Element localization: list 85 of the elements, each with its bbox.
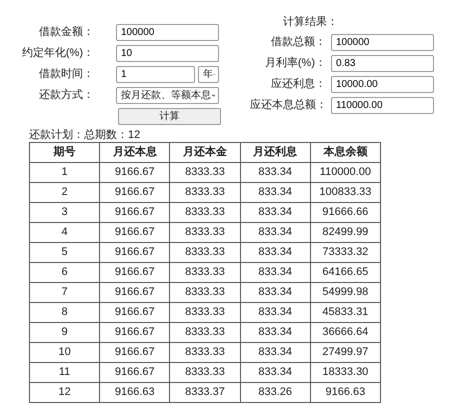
table-cell: 9166.63 — [100, 382, 170, 402]
table-cell: 18333.30 — [310, 362, 380, 382]
table-cell: 9166.67 — [100, 162, 170, 182]
table-cell: 9166.67 — [100, 182, 170, 202]
table-cell: 833.34 — [240, 202, 310, 222]
field-label: 约定年化(%)： — [20, 46, 95, 62]
table-cell: 833.26 — [240, 382, 310, 402]
table-cell: 11 — [30, 362, 100, 382]
table-cell: 9166.67 — [100, 222, 170, 242]
column-header: 月还利息 — [240, 142, 310, 162]
results-title: 计算结果： — [283, 15, 339, 30]
column-header: 本息余额 — [310, 142, 380, 162]
column-header: 月还本金 — [170, 142, 240, 162]
table-cell: 8333.33 — [170, 282, 240, 302]
table-cell: 833.34 — [240, 222, 310, 242]
field-label: 还款方式： — [38, 88, 95, 104]
table-cell: 9166.67 — [100, 202, 170, 222]
table-cell: 7 — [30, 282, 100, 302]
table-cell: 9166.67 — [100, 322, 170, 342]
table-cell: 9166.63 — [310, 382, 380, 402]
table-cell: 8 — [30, 302, 100, 322]
result-label: 借款总额： — [270, 34, 326, 50]
table-cell: 27499.97 — [310, 342, 380, 362]
table-cell: 54999.98 — [310, 282, 380, 302]
result-field[interactable]: 110000.00 — [331, 97, 434, 114]
table-cell: 2 — [30, 182, 100, 202]
table-cell: 9166.67 — [100, 362, 170, 382]
method-dropdown[interactable]: 按月还款、等额本息 — [116, 87, 219, 104]
table-cell: 833.34 — [240, 262, 310, 282]
table-cell: 8333.33 — [170, 302, 240, 322]
table-cell: 10 — [30, 342, 100, 362]
table-cell: 8333.33 — [170, 222, 240, 242]
table-cell: 5 — [30, 242, 100, 262]
column-header: 月还本息 — [100, 142, 170, 162]
table-cell: 1 — [30, 162, 100, 182]
table-cell: 3 — [30, 202, 100, 222]
input-field[interactable]: 100000 — [116, 24, 219, 41]
result-label: 月利率(%)： — [264, 56, 326, 72]
calculate-button[interactable]: 计算 — [118, 108, 221, 125]
table-cell: 8333.33 — [170, 322, 240, 342]
table-cell: 100833.33 — [310, 182, 380, 202]
table-cell: 12 — [30, 382, 100, 402]
result-label: 应还利息： — [270, 76, 326, 92]
table-cell: 8333.33 — [170, 362, 240, 382]
unit-dropdown[interactable]: 年 — [198, 66, 219, 83]
table-cell: 91666.66 — [310, 202, 380, 222]
table-cell: 45833.31 — [310, 302, 380, 322]
input-field[interactable]: 10 — [116, 45, 219, 62]
table-cell: 833.34 — [240, 242, 310, 262]
result-label: 应还本息总额： — [250, 98, 326, 114]
table-cell: 833.34 — [240, 322, 310, 342]
result-field[interactable]: 0.83 — [331, 55, 434, 72]
table-cell: 82499.99 — [310, 222, 380, 242]
result-field[interactable]: 10000.00 — [331, 76, 434, 93]
table-cell: 64166.65 — [310, 262, 380, 282]
plan-summary: 还款计划：总期数：12 — [29, 129, 142, 142]
table-cell: 833.34 — [240, 342, 310, 362]
column-header: 期号 — [30, 142, 100, 162]
table-cell: 6 — [30, 262, 100, 282]
table-cell: 9166.67 — [100, 262, 170, 282]
table-cell: 110000.00 — [310, 162, 380, 182]
table-cell: 833.34 — [240, 282, 310, 302]
table-cell: 833.34 — [240, 182, 310, 202]
table-cell: 8333.33 — [170, 242, 240, 262]
table-cell: 8333.33 — [170, 262, 240, 282]
table-cell: 833.34 — [240, 302, 310, 322]
table-cell: 4 — [30, 222, 100, 242]
result-field[interactable]: 100000 — [331, 34, 434, 51]
table-cell: 9 — [30, 322, 100, 342]
field-label: 借款时间： — [38, 67, 95, 82]
table-cell: 9166.67 — [100, 282, 170, 302]
field-label: 借款金额： — [38, 24, 95, 40]
table-cell: 8333.33 — [170, 342, 240, 362]
table-cell: 9166.67 — [100, 342, 170, 362]
table-cell: 36666.64 — [310, 322, 380, 342]
table-cell: 73333.32 — [310, 242, 380, 262]
table-cell: 8333.37 — [170, 382, 240, 402]
input-field[interactable]: 1 — [116, 66, 195, 83]
table-cell: 9166.67 — [100, 302, 170, 322]
table-cell: 833.34 — [240, 162, 310, 182]
table-cell: 8333.33 — [170, 162, 240, 182]
table-cell: 8333.33 — [170, 202, 240, 222]
table-cell: 833.34 — [240, 362, 310, 382]
table-cell: 8333.33 — [170, 182, 240, 202]
table-cell: 9166.67 — [100, 242, 170, 262]
